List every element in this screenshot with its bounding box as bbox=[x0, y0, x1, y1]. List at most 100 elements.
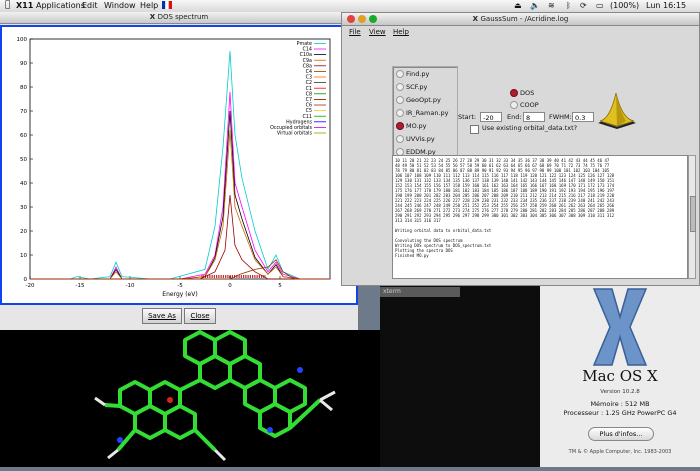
menu-file[interactable]: File bbox=[349, 28, 361, 36]
script-list: Find.py SCF.py GeoOpt.py IR_Raman.py MO.… bbox=[392, 66, 458, 161]
script-find[interactable]: Find.py bbox=[396, 70, 429, 79]
end-label: End: bbox=[507, 113, 522, 121]
legend-entry: C3 bbox=[306, 75, 312, 81]
minimize-window-button[interactable] bbox=[358, 15, 366, 23]
radio-selected-icon bbox=[396, 122, 404, 130]
script-geoopt[interactable]: GeoOpt.py bbox=[396, 96, 441, 105]
dos-plot-area: 0 10 20 30 40 50 60 70 80 90 100 -20 -15 -10 -5 0 5 Energ… bbox=[0, 25, 358, 305]
mac-os-x-logo bbox=[592, 288, 648, 366]
legend-entry: C9a bbox=[303, 58, 312, 64]
mode-coop[interactable]: COOP bbox=[510, 101, 539, 109]
script-mo[interactable]: MO.py bbox=[396, 122, 427, 131]
x-tick-label: -5 bbox=[177, 283, 183, 289]
legend-entry: Pmate bbox=[297, 41, 312, 47]
gausssum-title-bar[interactable]: X GaussSum - /Acridine.log bbox=[342, 13, 699, 26]
menu-applications[interactable]: Applications bbox=[36, 1, 85, 10]
y-tick-label: 80 bbox=[20, 85, 27, 91]
radio-icon bbox=[396, 135, 404, 143]
radio-icon bbox=[396, 70, 404, 78]
molecule-viewer[interactable] bbox=[0, 330, 380, 467]
x11-window-icon: X bbox=[149, 13, 158, 21]
gausssum-logo bbox=[598, 92, 636, 129]
speaker-icon[interactable]: 🔈 bbox=[530, 1, 540, 10]
radio-icon bbox=[396, 96, 404, 104]
plot-frame bbox=[29, 38, 331, 280]
series-line bbox=[30, 130, 330, 280]
legend-entry: C5 bbox=[306, 108, 312, 114]
battery-status: (100%) bbox=[610, 1, 640, 10]
molecule-render bbox=[94, 330, 336, 462]
menu-edit[interactable]: Edit bbox=[82, 1, 98, 10]
script-ir-raman[interactable]: IR_Raman.py bbox=[396, 109, 449, 118]
gausssum-window[interactable]: X GaussSum - /Acridine.log File View Hel… bbox=[341, 12, 700, 286]
menu-help-gs[interactable]: Help bbox=[393, 28, 409, 36]
memory-info: Mémoire : 512 MB bbox=[590, 400, 650, 408]
os-version: Version 10.2.8 bbox=[600, 389, 640, 395]
scrollbar-thumb[interactable] bbox=[690, 196, 696, 232]
y-tick-label: 20 bbox=[20, 229, 27, 235]
processor-info: Processeur : 1.25 GHz PowerPC G4 bbox=[563, 409, 677, 417]
x11-window-icon: X bbox=[472, 15, 481, 23]
menu-view[interactable]: View bbox=[369, 28, 386, 36]
x-tick-label: -10 bbox=[126, 283, 135, 289]
output-console[interactable]: 10 11 20 21 22 23 24 25 26 27 28 29 30 3… bbox=[392, 155, 688, 279]
zoom-window-button[interactable] bbox=[369, 15, 377, 23]
menu-help[interactable]: Help bbox=[140, 1, 158, 10]
close-button[interactable]: Close bbox=[184, 308, 216, 324]
legend-entry: Occupied orbitals bbox=[270, 125, 312, 131]
legend-entry: C10a bbox=[300, 52, 312, 58]
y-tick-label: 30 bbox=[20, 205, 27, 211]
start-input[interactable]: -20 bbox=[480, 112, 502, 122]
sync-icon[interactable]: ⟳ bbox=[580, 1, 587, 10]
x-tick-label: 5 bbox=[278, 283, 282, 289]
flag-icon[interactable] bbox=[162, 1, 172, 11]
menu-window[interactable]: Window bbox=[104, 1, 136, 10]
x-tick-label: -15 bbox=[76, 283, 85, 289]
script-uvvis[interactable]: UVVis.py bbox=[396, 135, 435, 144]
menu-x11[interactable]: X11 bbox=[16, 1, 33, 10]
radio-icon bbox=[396, 83, 404, 91]
apple-menu-icon[interactable]:  bbox=[5, 0, 10, 10]
use-existing-checkbox[interactable] bbox=[470, 125, 479, 134]
more-info-button[interactable]: Plus d'infos... bbox=[588, 427, 654, 441]
terminal-title-bar[interactable]: xterm bbox=[380, 287, 460, 297]
x-tick-label: 0 bbox=[228, 283, 232, 289]
dos-title-bar[interactable]: X DOS spectrum bbox=[0, 12, 358, 24]
radio-icon bbox=[510, 101, 518, 109]
y-tick-label: 10 bbox=[20, 253, 27, 259]
fwhm-label: FWHM: bbox=[549, 113, 572, 121]
y-tick-label: 60 bbox=[20, 133, 27, 139]
end-input[interactable]: 8 bbox=[523, 112, 545, 122]
radio-icon bbox=[396, 109, 404, 117]
close-window-button[interactable] bbox=[347, 15, 355, 23]
series-line bbox=[30, 91, 330, 280]
save-as-button[interactable]: Save As bbox=[142, 308, 182, 324]
bluetooth-icon[interactable]: ᛒ bbox=[566, 1, 571, 10]
clock[interactable]: Lun 16:15 bbox=[646, 1, 686, 10]
output-line: Finished MO.py bbox=[395, 253, 429, 258]
dos-window-title: DOS spectrum bbox=[157, 13, 209, 21]
gausssum-window-title: GaussSum - /Acridine.log bbox=[480, 15, 569, 23]
eject-icon[interactable]: ⏏ bbox=[514, 1, 522, 10]
radio-selected-icon bbox=[510, 89, 518, 97]
mode-dos[interactable]: DOS bbox=[510, 89, 534, 97]
series-line bbox=[30, 50, 330, 280]
x-tick-label: -20 bbox=[26, 283, 35, 289]
dos-spectrum-window[interactable]: X DOS spectrum 0 10 20 30 40 50 60 70 80 90 100 -20… bbox=[0, 12, 359, 330]
script-scf[interactable]: SCF.py bbox=[396, 83, 427, 92]
y-tick-label: 100 bbox=[17, 37, 28, 43]
wifi-icon[interactable]: ≋ bbox=[548, 1, 555, 10]
legend-entry: C7 bbox=[306, 97, 312, 103]
legend-entry: C4 bbox=[306, 69, 312, 75]
legend-entry: C6 bbox=[306, 103, 312, 109]
start-label: Start: bbox=[458, 113, 477, 121]
output-scrollbar[interactable] bbox=[688, 155, 696, 279]
dos-chart: 0102030405060708090100-20 -15 -10 -5 0 5Energ… bbox=[17, 37, 331, 298]
legend-entry: C14 bbox=[303, 47, 312, 53]
fwhm-input[interactable]: 0.3 bbox=[572, 112, 594, 122]
y-tick-label: 70 bbox=[20, 109, 27, 115]
battery-icon[interactable]: ▭ bbox=[596, 1, 604, 10]
y-tick-label: 90 bbox=[20, 61, 27, 67]
terminal-background bbox=[380, 285, 540, 467]
legend-entry: C8 bbox=[306, 91, 312, 97]
